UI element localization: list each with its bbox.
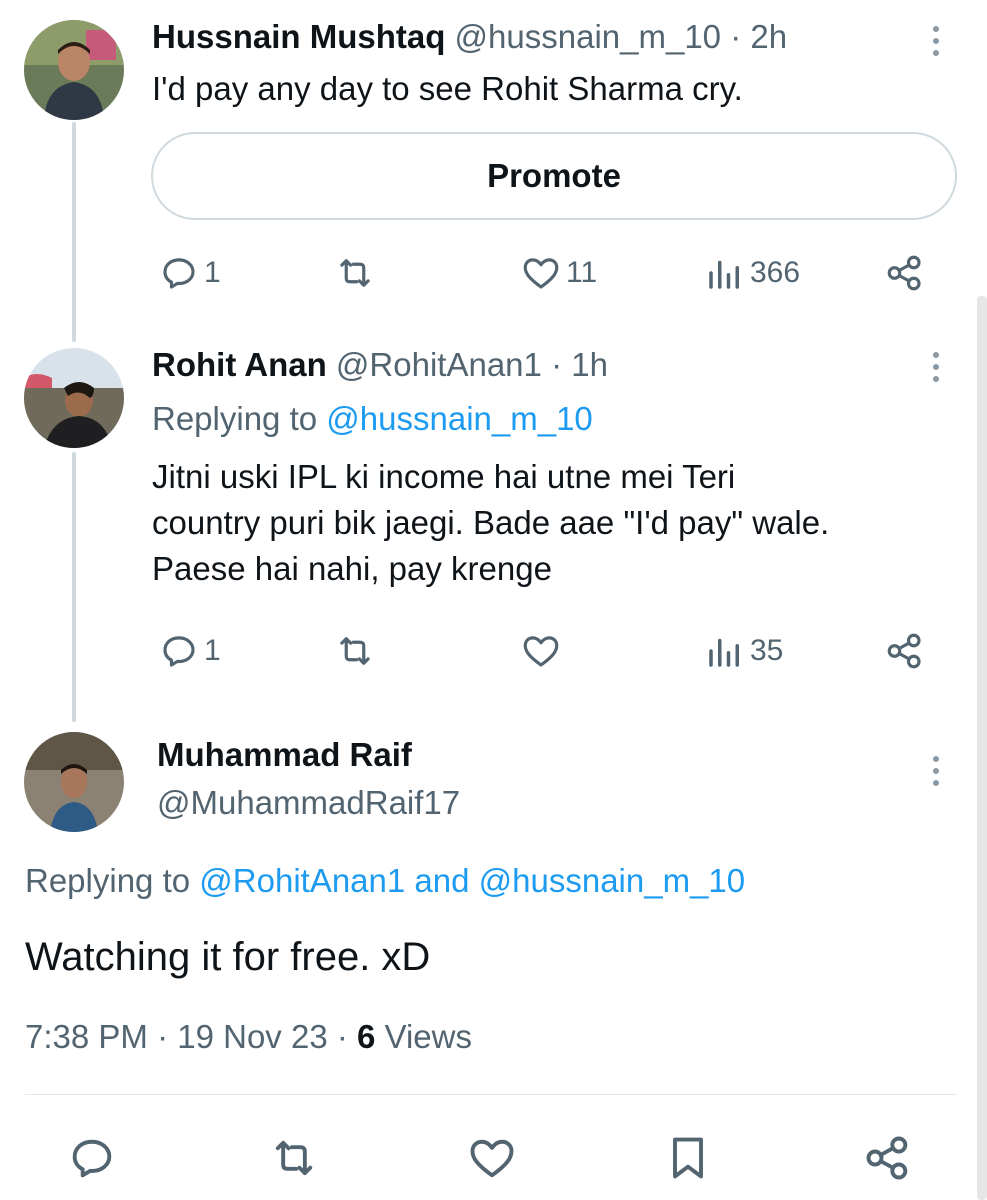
retweet-icon (340, 637, 370, 665)
mention-link[interactable]: @hussnain_m_10 (326, 400, 593, 437)
views-icon (709, 260, 739, 289)
avatar[interactable] (24, 732, 124, 832)
views-count: 35 (750, 634, 784, 667)
views-count: 6 (357, 1018, 376, 1055)
scrollbar[interactable] (977, 296, 987, 1200)
views-icon (709, 638, 739, 667)
replying-prefix: Replying to (25, 862, 191, 899)
replying-to: Replying to @hussnain_m_10 (152, 400, 593, 438)
share-button[interactable] (884, 630, 926, 672)
retweet-icon (340, 259, 370, 287)
separator-dot: · (157, 1018, 169, 1055)
share-icon (887, 633, 921, 669)
retweet-button[interactable] (334, 252, 376, 294)
retweet-button[interactable] (334, 630, 376, 672)
like-button[interactable]: 11 (520, 252, 597, 294)
reply-icon[interactable] (66, 1132, 118, 1184)
share-button[interactable] (884, 252, 926, 294)
timestamp[interactable]: 2h (750, 18, 787, 55)
reply-button[interactable]: 1 (158, 252, 221, 294)
reply-icon (163, 258, 195, 289)
views-count: 366 (750, 256, 801, 289)
bookmark-icon[interactable] (662, 1132, 714, 1184)
separator-dot: · (730, 18, 742, 55)
separator-dot: · (336, 1018, 348, 1055)
share-icon (887, 255, 921, 291)
display-name[interactable]: Rohit Anan (152, 346, 327, 383)
user-handle[interactable]: @RohitAnan1 (336, 346, 542, 383)
tweet-header: Muhammad Raif (157, 736, 412, 774)
thread-line (72, 452, 76, 722)
reply-count: 1 (204, 634, 221, 667)
tweet-meta: 7:38 PM · 19 Nov 23 · 6 Views (25, 1018, 472, 1056)
tweet-text: Jitni uski IPL ki income hai utne mei Te… (152, 454, 952, 592)
tweet-text-line: Paese hai nahi, pay krenge (152, 550, 552, 587)
like-icon (523, 258, 559, 289)
more-icon[interactable] (930, 756, 942, 796)
thread-line (72, 122, 76, 342)
tweet-text-line: country puri bik jaegi. Bade aae "I'd pa… (152, 504, 830, 541)
like-button[interactable] (520, 630, 562, 672)
promote-button[interactable]: Promote (151, 132, 957, 220)
views-label: Views (384, 1018, 472, 1055)
display-name[interactable]: Hussnain Mushtaq (152, 18, 445, 55)
reply-count: 1 (204, 256, 221, 289)
replying-prefix: Replying to (152, 400, 318, 437)
display-name[interactable]: Muhammad Raif (157, 736, 412, 773)
tweet-date[interactable]: 19 Nov 23 (177, 1018, 327, 1055)
more-icon[interactable] (930, 26, 942, 66)
more-icon[interactable] (930, 352, 942, 392)
like-count: 11 (566, 256, 598, 289)
user-handle[interactable]: @hussnain_m_10 (455, 18, 722, 55)
mention-link[interactable]: @RohitAnan1 and @hussnain_m_10 (199, 862, 745, 899)
avatar[interactable] (24, 348, 124, 448)
retweet-icon[interactable] (268, 1132, 320, 1184)
user-handle-row: @MuhammadRaif17 (157, 784, 460, 822)
reply-icon (163, 636, 195, 667)
avatar[interactable] (24, 20, 124, 120)
reply-button[interactable]: 1 (158, 630, 221, 672)
tweet-header: Rohit Anan @RohitAnan1 · 1h (152, 346, 608, 384)
user-handle[interactable]: @MuhammadRaif17 (157, 784, 460, 821)
tweet-time[interactable]: 7:38 PM (25, 1018, 148, 1055)
replying-to: Replying to @RohitAnan1 and @hussnain_m_… (25, 862, 745, 900)
like-icon (523, 636, 559, 667)
divider (25, 1094, 957, 1095)
views-button[interactable]: 366 (704, 252, 800, 294)
share-icon[interactable] (862, 1132, 914, 1184)
like-icon[interactable] (466, 1132, 518, 1184)
tweet-text: I'd pay any day to see Rohit Sharma cry. (152, 70, 743, 107)
separator-dot: · (551, 346, 563, 383)
tweet-text-line: Jitni uski IPL ki income hai utne mei Te… (152, 458, 736, 495)
tweet-header: Hussnain Mushtaq @hussnain_m_10 · 2h (152, 18, 787, 56)
views-button[interactable]: 35 (704, 630, 783, 672)
tweet-text: Watching it for free. xD (25, 935, 431, 979)
timestamp[interactable]: 1h (571, 346, 608, 383)
